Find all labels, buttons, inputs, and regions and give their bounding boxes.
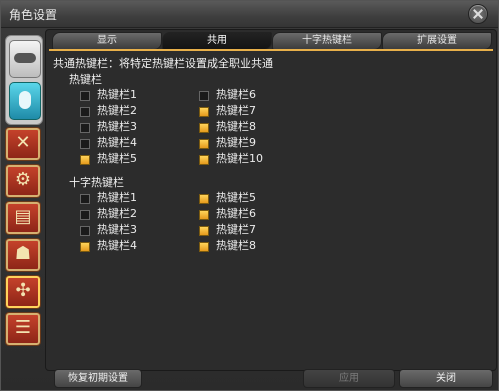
hotbar-heading: 热键栏 xyxy=(69,73,102,86)
checkbox-box[interactable] xyxy=(80,155,90,165)
checkbox-label: 热键栏7 xyxy=(216,223,256,236)
active-tab-indicator xyxy=(49,49,493,51)
checkbox-box[interactable] xyxy=(199,107,209,117)
gamepad-icon[interactable] xyxy=(9,40,41,78)
checkbox-label: 热键栏3 xyxy=(97,120,137,133)
checkbox-label: 热键栏5 xyxy=(216,191,256,204)
checkbox-label: 热键栏2 xyxy=(97,104,137,117)
checkbox-label: 热键栏5 xyxy=(97,152,137,165)
checkbox-box[interactable] xyxy=(199,91,209,101)
crossed-swords-icon[interactable]: ✕ xyxy=(5,127,41,161)
chat-log-icon[interactable]: ☰ xyxy=(5,312,41,346)
checkbox-label: 热键栏8 xyxy=(216,239,256,252)
checkbox-box[interactable] xyxy=(80,107,90,117)
tab-cross-hotbar[interactable]: 十字热键栏 xyxy=(272,32,382,50)
checkbox-box[interactable] xyxy=(80,210,90,220)
checkbox-label: 热键栏1 xyxy=(97,88,137,101)
reset-defaults-button[interactable]: 恢复初期设置 xyxy=(54,369,142,388)
tab-extended-settings[interactable]: 扩展设置 xyxy=(382,32,492,50)
description-text: 共通热键栏：将特定热键栏设置成全职业共通 xyxy=(53,57,273,70)
checkbox-label: 热键栏8 xyxy=(216,120,256,133)
checkbox-box[interactable] xyxy=(80,139,90,149)
sidebar: ✕ ⚙ ▤ ☗ ✣ ☰ xyxy=(1,27,45,391)
cross-hotbar-heading: 十字热键栏 xyxy=(69,176,124,189)
checkbox-box[interactable] xyxy=(199,194,209,204)
checkbox-box[interactable] xyxy=(199,155,209,165)
checkbox-box[interactable] xyxy=(80,194,90,204)
checkbox-label: 热键栏1 xyxy=(97,191,137,204)
checkbox-label: 热键栏3 xyxy=(97,223,137,236)
checkbox-box[interactable] xyxy=(199,242,209,252)
checkbox-box[interactable] xyxy=(80,91,90,101)
checkbox-box[interactable] xyxy=(80,242,90,252)
checkbox-box[interactable] xyxy=(199,123,209,133)
checkbox-label: 热键栏4 xyxy=(97,239,137,252)
sidebar-category-group xyxy=(5,35,43,125)
checkbox-label: 热键栏10 xyxy=(216,152,263,165)
gear-icon[interactable]: ⚙ xyxy=(5,164,41,198)
checkbox-label: 热键栏9 xyxy=(216,136,256,149)
cross-hotbar-icon[interactable]: ✣ xyxy=(5,275,41,309)
checkbox-label: 热键栏4 xyxy=(97,136,137,149)
checkbox-box[interactable] xyxy=(80,226,90,236)
window-title: 角色设置 xyxy=(9,8,58,22)
checkbox-label: 热键栏2 xyxy=(97,207,137,220)
checkbox-box[interactable] xyxy=(199,226,209,236)
tab-shared[interactable]: 共用 xyxy=(162,32,272,50)
title-bar[interactable]: 角色设置 xyxy=(1,1,498,28)
checkbox-box[interactable] xyxy=(199,210,209,220)
mouse-icon[interactable] xyxy=(9,82,41,120)
checkbox-box[interactable] xyxy=(80,123,90,133)
hotbar-panel-icon[interactable]: ▤ xyxy=(5,201,41,235)
checkbox-label: 热键栏6 xyxy=(216,207,256,220)
close-icon[interactable] xyxy=(468,4,488,24)
character-settings-window: 角色设置 ✕ ⚙ ▤ ☗ ✣ ☰ 显示 共用 十字热键栏 扩展设置 共通热键栏：… xyxy=(0,0,499,391)
tab-strip: 显示 共用 十字热键栏 扩展设置 xyxy=(48,32,493,50)
close-button[interactable]: 关闭 xyxy=(399,369,493,388)
checkbox-box[interactable] xyxy=(199,139,209,149)
checkbox-label: 热键栏7 xyxy=(216,104,256,117)
apply-button[interactable]: 应用 xyxy=(303,369,395,388)
character-icon[interactable]: ☗ xyxy=(5,238,41,272)
tab-display[interactable]: 显示 xyxy=(52,32,162,50)
checkbox-label: 热键栏6 xyxy=(216,88,256,101)
